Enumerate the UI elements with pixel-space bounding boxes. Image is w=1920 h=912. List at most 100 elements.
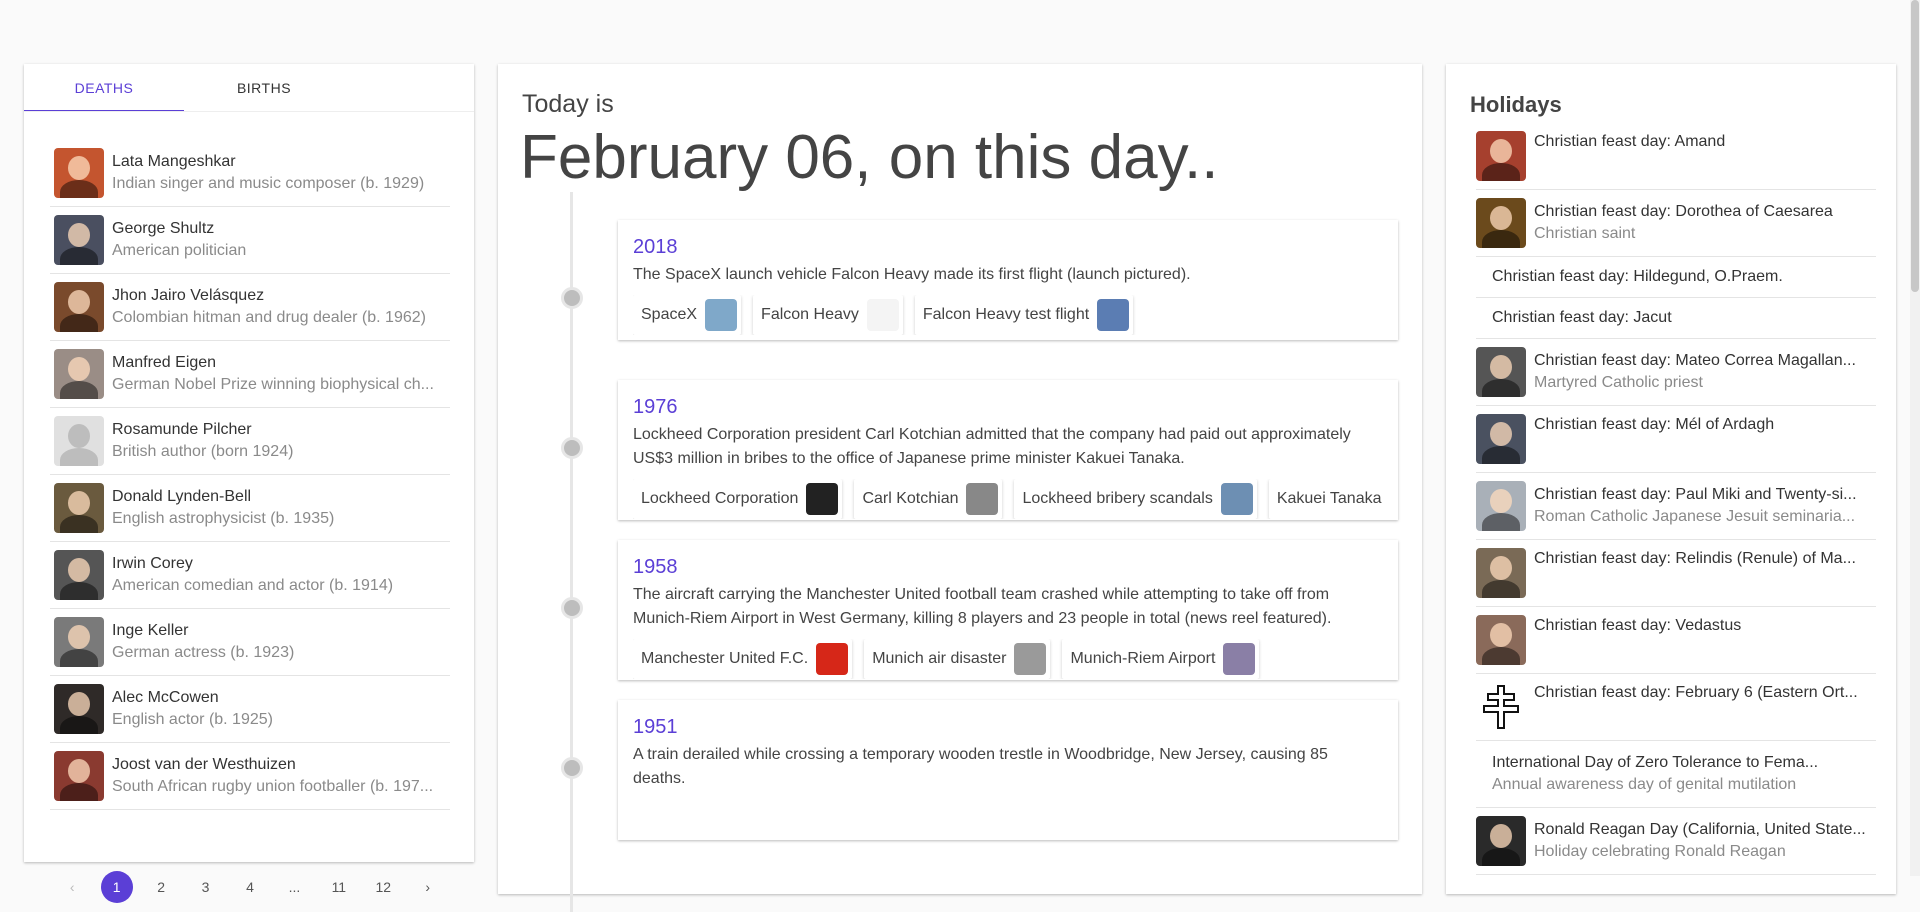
topic-chip[interactable]: Carl Kotchian xyxy=(854,479,1003,519)
topic-chip[interactable]: Kakuei Tanaka xyxy=(1268,479,1383,519)
person-row[interactable]: George Shultz American politician xyxy=(50,207,450,274)
event-chips: Manchester United F.C. Munich air disaste… xyxy=(633,639,1383,679)
topic-chip[interactable]: Falcon Heavy test flight xyxy=(914,295,1134,335)
holiday-text: Christian feast day: Jacut xyxy=(1476,307,1876,329)
avatar-body xyxy=(1482,230,1520,248)
topic-chip[interactable]: Lockheed bribery scandals xyxy=(1014,479,1257,519)
topic-chip[interactable]: Lockheed Corporation xyxy=(633,479,843,519)
holidays-title: Holidays xyxy=(1470,92,1562,117)
person-row[interactable]: Alec McCowen English actor (b. 1925) xyxy=(50,676,450,743)
avatar-body xyxy=(60,247,98,265)
chip-label: Lockheed Corporation xyxy=(641,490,799,507)
person-row[interactable]: Jhon Jairo Velásquez Colombian hitman and… xyxy=(50,274,450,341)
person-row[interactable]: Rosamunde Pilcher British author (born 19… xyxy=(50,408,450,475)
scrollbar-thumb[interactable] xyxy=(1911,0,1919,292)
holiday-text: Christian feast day: Paul Miki and Twent… xyxy=(1534,484,1876,528)
avatar-body xyxy=(1482,163,1520,181)
holiday-row[interactable]: Christian feast day: Hildegund, O.Praem. xyxy=(1476,257,1876,298)
avatar-head xyxy=(68,424,90,448)
topic-chip[interactable]: Munich air disaster xyxy=(864,639,1051,679)
event-description: Lockheed Corporation president Carl Kotc… xyxy=(633,426,1351,467)
chip-thumbnail xyxy=(866,299,899,331)
event-description: The SpaceX launch vehicle Falcon Heavy m… xyxy=(633,266,1191,283)
avatar-head xyxy=(68,491,90,515)
tab-deaths[interactable]: DEATHS xyxy=(24,64,184,112)
holidays-panel: Holidays Christian feast day: Amand Chris… xyxy=(1446,64,1896,894)
holiday-row[interactable]: International Day of Zero Tolerance to F… xyxy=(1476,741,1876,808)
avatar-body xyxy=(60,582,98,600)
avatar-body xyxy=(1482,513,1520,531)
holiday-row[interactable]: Christian feast day: Mateo Correa Magall… xyxy=(1476,339,1876,406)
person-description: English actor (b. 1925) xyxy=(112,711,273,728)
person-avatar xyxy=(54,215,104,265)
holiday-text: Christian feast day: Relindis (Renule) o… xyxy=(1534,540,1876,570)
avatar-head xyxy=(68,759,90,783)
holiday-name: Christian feast day: Relindis (Renule) o… xyxy=(1534,550,1856,567)
holiday-row[interactable]: Christian feast day: Amand xyxy=(1476,123,1876,190)
person-row[interactable]: Inge Keller German actress (b. 1923) xyxy=(50,609,450,676)
holiday-text: Christian feast day: Vedastus xyxy=(1534,607,1876,637)
event-card: 1951 A train derailed while crossing a te… xyxy=(618,700,1398,840)
avatar-body xyxy=(60,180,98,198)
holiday-row[interactable]: Christian feast day: Paul Miki and Twent… xyxy=(1476,473,1876,540)
holiday-name: Christian feast day: Vedastus xyxy=(1534,617,1742,634)
person-avatar xyxy=(54,617,104,667)
holiday-row[interactable]: Christian feast day: Relindis (Renule) o… xyxy=(1476,540,1876,607)
holiday-image xyxy=(1476,198,1526,248)
holiday-row[interactable]: Christian feast day: February 6 (Eastern… xyxy=(1476,674,1876,741)
chip-label: Lockheed bribery scandals xyxy=(1022,490,1213,507)
avatar-head xyxy=(68,290,90,314)
holiday-row[interactable]: Christian feast day: Jacut xyxy=(1476,298,1876,339)
chip-label: Munich air disaster xyxy=(872,650,1007,667)
event-year-link[interactable]: 1958 xyxy=(633,554,1383,580)
person-row[interactable]: Donald Lynden-Bell English astrophysicist… xyxy=(50,475,450,542)
avatar-head xyxy=(1490,422,1512,446)
event-year-link[interactable]: 1976 xyxy=(633,394,1383,420)
event-year-link[interactable]: 2018 xyxy=(633,234,1383,260)
tab-divider xyxy=(24,111,474,112)
topic-chip[interactable]: Falcon Heavy xyxy=(753,295,903,335)
event-description: A train derailed while crossing a tempor… xyxy=(633,746,1328,787)
holiday-row[interactable]: Ronald Reagan Day (California, United St… xyxy=(1476,808,1876,875)
person-text: Alec McCowen English actor (b. 1925) xyxy=(112,687,450,731)
avatar-head xyxy=(1490,489,1512,513)
topic-chip[interactable]: SpaceX xyxy=(633,295,742,335)
person-row[interactable]: Manfred Eigen German Nobel Prize winning … xyxy=(50,341,450,408)
tab-births[interactable]: BIRTHS xyxy=(184,64,344,112)
person-name: Inge Keller xyxy=(112,622,189,639)
holiday-text: Christian feast day: February 6 (Eastern… xyxy=(1534,674,1876,704)
chip-label: Falcon Heavy xyxy=(761,306,859,323)
person-text: Manfred Eigen German Nobel Prize winning … xyxy=(112,352,450,396)
holiday-text: Christian feast day: Mél of Ardagh xyxy=(1534,406,1876,436)
person-text: Joost van der Westhuizen South African ru… xyxy=(112,754,450,798)
person-row[interactable]: Lata Mangeshkar Indian singer and music c… xyxy=(50,140,450,207)
topic-chip[interactable]: Munich-Riem Airport xyxy=(1062,639,1260,679)
holiday-row[interactable]: Christian feast day: Dorothea of Caesare… xyxy=(1476,190,1876,257)
person-name: Manfred Eigen xyxy=(112,354,217,371)
person-row[interactable]: Joost van der Westhuizen South African ru… xyxy=(50,743,450,810)
person-row[interactable]: Irwin Corey American comedian and actor (… xyxy=(50,542,450,609)
person-avatar xyxy=(54,483,104,533)
avatar-body xyxy=(60,783,98,801)
holiday-description: Christian saint xyxy=(1534,225,1636,242)
person-description: American politician xyxy=(112,242,247,259)
page-scrollbar[interactable] xyxy=(1910,0,1920,876)
holiday-description: Holiday celebrating Ronald Reagan xyxy=(1534,843,1786,860)
avatar-head xyxy=(68,357,90,381)
person-avatar xyxy=(54,349,104,399)
event-year-link[interactable]: 1951 xyxy=(633,714,1383,740)
person-name: Alec McCowen xyxy=(112,689,219,706)
holiday-row[interactable]: Christian feast day: Mél of Ardagh xyxy=(1476,406,1876,473)
chip-label: Munich-Riem Airport xyxy=(1070,650,1216,667)
avatar-head xyxy=(68,156,90,180)
holiday-name: Christian feast day: February 6 (Eastern… xyxy=(1534,684,1858,701)
holiday-name: Christian feast day: Mateo Correa Magall… xyxy=(1534,352,1856,369)
holiday-image xyxy=(1476,414,1526,464)
person-text: George Shultz American politician xyxy=(112,218,450,262)
avatar-body xyxy=(60,515,98,533)
holiday-row[interactable]: Christian feast day: Vedastus xyxy=(1476,607,1876,674)
holiday-image xyxy=(1476,548,1526,598)
topic-chip[interactable]: Manchester United F.C. xyxy=(633,639,853,679)
cross-icon xyxy=(1476,682,1526,732)
holiday-text: Christian feast day: Mateo Correa Magall… xyxy=(1534,350,1876,394)
